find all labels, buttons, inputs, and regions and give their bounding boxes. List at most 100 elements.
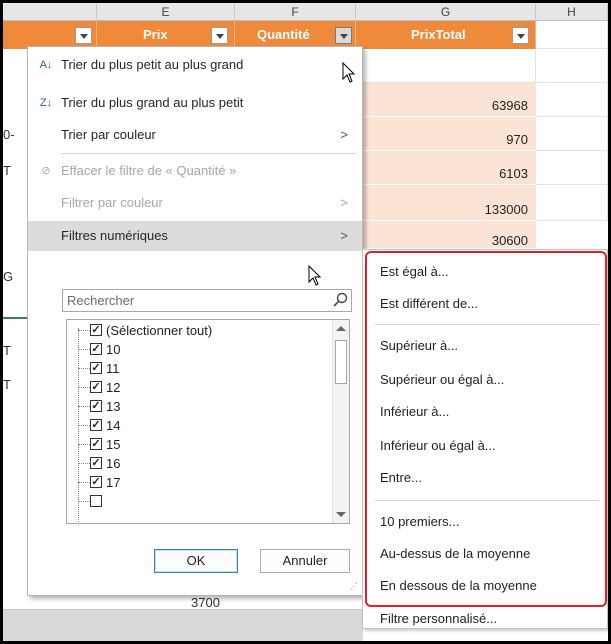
cell-value: 30600 [491,233,528,248]
menu-item-clear-filter[interactable]: ⊘ Effacer le filtre de « Quantité » [28,157,362,185]
list-item-label: 16 [106,456,121,471]
filter-dropdown-button-active[interactable] [335,27,352,44]
menu-item-number-filters[interactable]: Filtres numériques > [28,221,362,251]
tree-dots [78,368,90,369]
menu-item-sort-asc[interactable]: A↓ Trier du plus petit au plus grand [28,51,362,79]
cell-value-hidden: 3700 [191,595,220,610]
header-cell-h[interactable] [536,21,608,49]
sort-descending-icon: Z↓ [39,97,53,109]
checkbox[interactable]: ✓ [90,343,102,355]
cancel-button[interactable]: Annuler [260,549,350,573]
column-header-blank[interactable] [3,3,97,21]
header-label-prix: Prix [143,27,168,42]
list-item-label: 10 [106,342,121,357]
header-cell-prix: Prix [97,21,235,49]
header-label-prixtotal: PrixTotal [411,27,466,42]
list-item-label: 12 [106,380,121,395]
tree-dots [78,501,90,502]
header-cell-quantite: Quantité [235,21,356,49]
tree-dots [78,330,90,331]
checkbox[interactable]: ✓ [90,381,102,393]
spreadsheet: E F G H Prix Quantité PrixTotal 63968 97… [3,3,608,641]
window-frame: E F G H Prix Quantité PrixTotal 63968 97… [0,0,611,644]
checkbox[interactable]: ✓ [90,419,102,431]
menu-item-label: Trier du plus grand au plus petit [61,95,244,110]
header-cell-prixtotal: PrixTotal [356,21,536,49]
tree-dots [78,406,90,407]
submenu-item-custom-filter[interactable]: Filtre personnalisé... [363,608,607,630]
menu-item-filter-by-color[interactable]: Filtrer par couleur > [28,189,362,217]
checkbox[interactable]: ✓ [90,362,102,374]
column-header-f[interactable]: F [235,3,356,21]
cell-value: 6103 [499,166,528,181]
list-item-label: 17 [106,475,121,490]
header-label-quantite: Quantité [257,27,310,42]
table-cell[interactable]: 30600 [356,221,536,249]
tree-dots [78,463,90,464]
tree-line [78,328,79,523]
cell-value: 63968 [491,98,528,113]
ok-button[interactable]: OK [154,549,238,573]
checklist-scrollbar[interactable] [332,320,349,523]
column-header-h[interactable]: H [536,3,608,21]
menu-item-sort-desc[interactable]: Z↓ Trier du plus grand au plus petit [28,89,362,117]
search-icon [333,292,348,307]
table-cell[interactable]: 970 [356,117,536,151]
table-cell[interactable] [536,83,608,117]
cell-fragment: G [3,269,14,284]
list-item-label: 15 [106,437,121,452]
menu-item-label: Trier par couleur [61,127,156,142]
menu-item-sort-by-color[interactable]: Trier par couleur > [28,121,362,149]
green-border [3,317,27,319]
table-cell[interactable]: 133000 [356,185,536,221]
cell-fragment: 0- [3,127,15,142]
list-item-label: 13 [106,399,121,414]
tree-dots [78,482,90,483]
tree-dots [78,444,90,445]
checkbox[interactable] [90,495,102,507]
table-cell[interactable] [536,185,608,221]
chevron-right-icon: > [340,127,348,142]
list-item-label: 11 [106,361,120,376]
column-header-e[interactable]: E [97,3,235,21]
search-placeholder: Rechercher [67,293,135,308]
table-cell[interactable] [356,49,536,83]
menu-item-label: Filtres numériques [61,228,168,243]
mouse-cursor-icon [342,62,356,83]
highlight-annotation-box [365,251,607,607]
table-cell[interactable] [536,151,608,185]
table-cell[interactable] [536,49,608,83]
autofilter-menu: A↓ Trier du plus petit au plus grand Z↓ … [27,46,363,596]
checkbox[interactable]: ✓ [90,400,102,412]
filter-dropdown-button[interactable] [211,27,228,44]
cell-fragment: T [3,377,11,392]
chevron-right-icon: > [340,195,348,210]
checkbox[interactable]: ✓ [90,476,102,488]
tree-dots [78,387,90,388]
checkbox[interactable]: ✓ [90,457,102,469]
clear-filter-icon: ⊘ [41,165,51,177]
table-cell[interactable]: 63968 [356,83,536,117]
list-item-label: 14 [106,418,121,433]
scroll-up-arrow-icon[interactable] [336,326,346,331]
scrollbar-thumb[interactable] [335,340,347,384]
filter-dropdown-button[interactable] [75,27,92,44]
resize-grip-icon[interactable]: ⋰ [350,583,358,591]
column-header-g[interactable]: G [356,3,536,21]
list-item-label: (Sélectionner tout) [106,323,213,338]
checkbox[interactable]: ✓ [90,438,102,450]
cell-value: 970 [506,132,528,147]
sort-ascending-icon: A↓ [39,59,53,71]
value-checklist[interactable]: ✓ (Sélectionner tout) ✓ 10 ✓ 11 ✓ 12 ✓ 1… [66,319,350,524]
filter-dropdown-button[interactable] [512,27,529,44]
search-input[interactable]: Rechercher [62,289,352,312]
sheet-bottom-strip [3,609,363,641]
menu-item-label: Trier du plus petit au plus grand [61,57,244,72]
table-cell[interactable] [536,117,608,151]
cell-fragment: T [3,343,11,358]
cell-fragment: T [3,163,11,178]
checkbox[interactable]: ✓ [90,324,102,336]
table-cell[interactable]: 6103 [356,151,536,185]
menu-separator [61,153,356,154]
scroll-down-arrow-icon[interactable] [336,512,346,517]
